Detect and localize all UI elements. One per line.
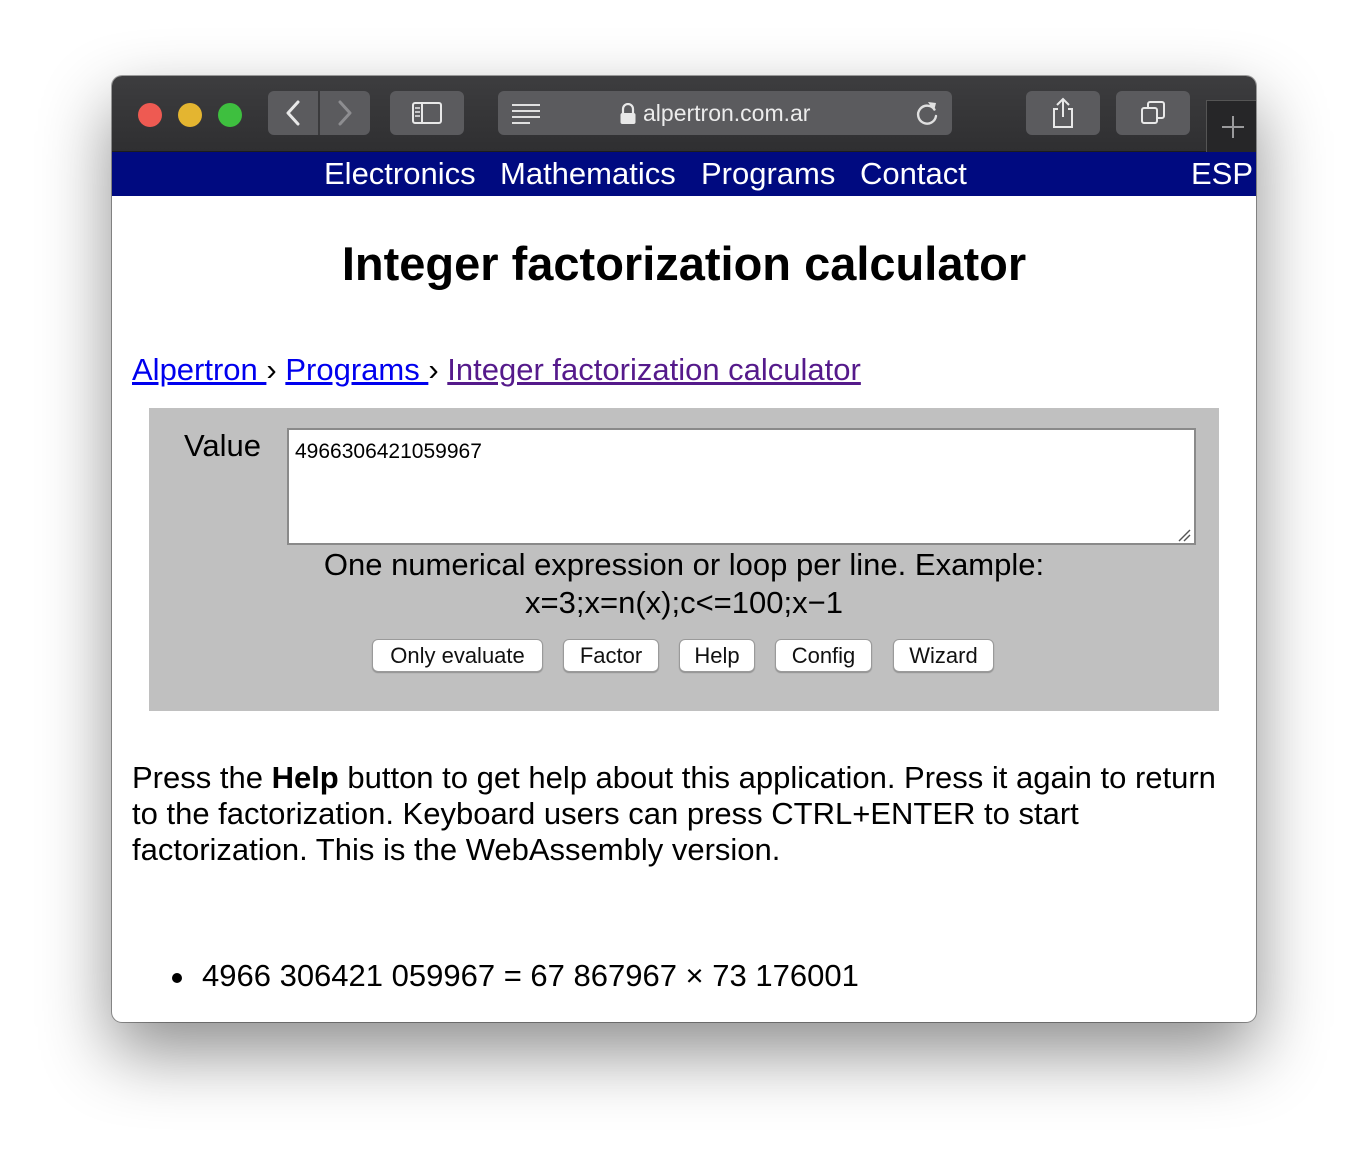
help-button[interactable]: Help	[679, 639, 755, 672]
breadcrumb-programs[interactable]: Programs	[285, 352, 428, 387]
close-window-button[interactable]	[138, 103, 162, 127]
breadcrumb-separator: ›	[428, 352, 439, 387]
wizard-button[interactable]: Wizard	[893, 639, 994, 672]
chevron-left-icon	[286, 100, 300, 126]
site-top-nav: Electronics Mathematics Programs Contact…	[112, 152, 1256, 196]
browser-toolbar: alpertron.com.ar	[112, 76, 1256, 152]
page-title: Integer factorization calculator	[341, 237, 1027, 290]
new-tab-button[interactable]	[1206, 100, 1256, 152]
plus-icon	[1222, 115, 1244, 138]
sidebar-icon	[412, 102, 442, 124]
tab-overview-button[interactable]	[1116, 91, 1190, 135]
factorization-result: 4966 306421 059967 = 67 867967 × 73 1760…	[202, 958, 859, 993]
share-icon	[1053, 97, 1073, 128]
resize-handle-icon[interactable]	[1177, 528, 1191, 542]
breadcrumb-current-page[interactable]: Integer factorization calculator	[447, 352, 861, 387]
language-switch[interactable]: ESP	[1191, 152, 1253, 196]
help-paragraph: Press the Help button to get help about …	[132, 760, 1232, 868]
nav-electronics[interactable]: Electronics	[324, 152, 476, 196]
hint-example: x=3;x=n(x);c<=100;x−1	[525, 585, 843, 620]
breadcrumb-alpertron[interactable]: Alpertron	[132, 352, 266, 387]
address-bar[interactable]: alpertron.com.ar	[498, 91, 952, 135]
minimize-window-button[interactable]	[178, 103, 202, 127]
nav-mathematics[interactable]: Mathematics	[500, 152, 676, 196]
bullet-icon	[172, 973, 182, 983]
chevron-right-icon	[338, 100, 352, 126]
breadcrumb: Alpertron › Programs › Integer factoriza…	[132, 350, 861, 390]
expression-hint: One numerical expression or loop per lin…	[149, 546, 1219, 622]
calculator-panel: Value 4966306421059967 One numerical exp…	[149, 408, 1219, 711]
tabs-overview-icon	[1141, 101, 1165, 124]
config-button[interactable]: Config	[775, 639, 872, 672]
address-text: alpertron.com.ar	[643, 100, 811, 126]
lock-icon	[620, 103, 636, 124]
history-nav-group	[268, 91, 370, 135]
help-text-prefix: Press the	[132, 760, 272, 795]
breadcrumb-separator: ›	[266, 352, 277, 387]
value-label: Value	[184, 428, 261, 463]
share-button[interactable]	[1026, 91, 1100, 135]
browser-window: alpertron.com.ar Electronics Mathematics…	[112, 76, 1256, 1022]
nav-programs[interactable]: Programs	[701, 152, 835, 196]
factor-button[interactable]: Factor	[563, 639, 659, 672]
sidebar-toggle-button[interactable]	[390, 91, 464, 135]
reload-icon[interactable]	[914, 100, 940, 128]
only-evaluate-button[interactable]: Only evaluate	[372, 639, 543, 672]
forward-button[interactable]	[320, 91, 370, 135]
hint-line: One numerical expression or loop per lin…	[323, 547, 1045, 582]
help-text-bold: Help	[271, 760, 339, 795]
nav-contact[interactable]: Contact	[860, 152, 967, 196]
zoom-window-button[interactable]	[218, 103, 242, 127]
value-input[interactable]: 4966306421059967	[287, 428, 1196, 545]
back-button[interactable]	[268, 91, 318, 135]
reader-view-icon[interactable]	[510, 102, 542, 124]
